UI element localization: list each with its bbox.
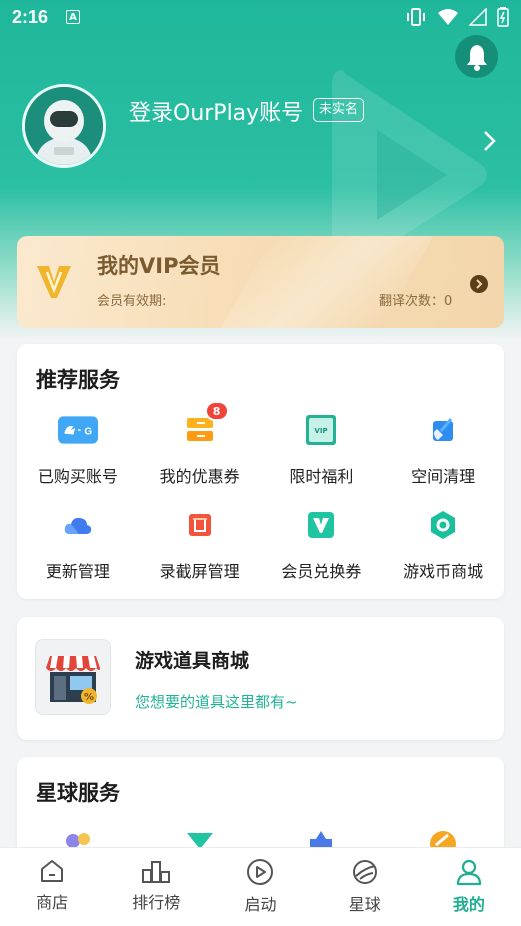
service-purchased-accounts[interactable]: G 已购买账号 (17, 410, 139, 487)
game-item-shop-card[interactable]: % 游戏道具商城 您想要的道具这里都有~ (17, 617, 504, 740)
vip-validity-label: 会员有效期: (97, 294, 167, 309)
vip-logo-icon (37, 266, 71, 298)
shop-title: 游戏道具商城 (135, 650, 250, 672)
planet-service-icon-1[interactable] (63, 829, 93, 849)
vip-card[interactable]: 我的VIP会员 会员有效期: 翻译次数：0 (17, 236, 504, 328)
vip-translate-count: 翻译次数：0 (379, 294, 453, 309)
planet-service-icon-2[interactable] (185, 829, 215, 849)
notification-bell-button[interactable] (455, 35, 498, 78)
recommended-services-card: 推荐服务 G 已购买账号 8 我的优惠券 VIP 限时福利 空间清理 更新管理 … (17, 344, 504, 599)
services-grid: G 已购买账号 8 我的优惠券 VIP 限时福利 空间清理 更新管理 录截屏管理… (17, 401, 504, 582)
vip-title: 我的VIP会员 (97, 254, 221, 278)
svg-text:VIP: VIP (315, 427, 328, 435)
profile-icon (456, 859, 481, 886)
store-icon: % (46, 656, 100, 704)
service-label: 游戏币商城 (403, 562, 484, 581)
service-screen-record-management[interactable]: 录截屏管理 (139, 505, 261, 582)
tab-label: 启动 (244, 895, 277, 914)
planet-service-icon-4[interactable] (428, 829, 458, 849)
wifi-icon (438, 9, 458, 25)
chevron-right-icon[interactable] (483, 130, 497, 152)
service-label: 空间清理 (411, 467, 476, 486)
tab-label: 商店 (36, 893, 69, 912)
shop-thumbnail: % (35, 639, 111, 715)
ranking-icon (142, 861, 171, 883)
game-coin-icon (423, 505, 463, 545)
tab-launch[interactable]: 启动 (208, 848, 312, 926)
astronaut-avatar-icon (25, 87, 103, 165)
tab-store[interactable]: 商店 (0, 848, 104, 926)
tab-label: 星球 (348, 895, 381, 914)
tab-label: 我的 (452, 895, 485, 914)
svg-text:%: % (84, 692, 94, 703)
vibrate-icon (407, 8, 425, 26)
bottom-tab-bar: 商店 排行榜 启动 星球 我的 (0, 847, 521, 926)
coupon-count-badge: 8 (204, 401, 229, 421)
tab-label: 排行榜 (132, 893, 181, 912)
shop-subtitle: 您想要的道具这里都有~ (135, 693, 298, 711)
realname-badge: 未实名 (313, 98, 365, 122)
notification-a-icon: A (66, 10, 81, 24)
account-icon: G (57, 410, 98, 450)
service-game-coin-mall[interactable]: 游戏币商城 (382, 505, 504, 582)
service-label: 已购买账号 (37, 467, 118, 486)
service-label: 会员兑换券 (281, 562, 362, 581)
svg-text:G: G (84, 427, 92, 438)
service-limited-welfare[interactable]: VIP 限时福利 (261, 410, 383, 487)
tab-planet[interactable]: 星球 (313, 848, 417, 926)
planet-services-title: 星球服务 (36, 781, 120, 805)
tab-mine[interactable]: 我的 (417, 848, 521, 926)
planet-services-icons (17, 829, 504, 849)
battery-icon (497, 7, 509, 27)
service-label: 限时福利 (289, 467, 354, 486)
planet-service-icon-3[interactable] (306, 829, 336, 849)
vip-voucher-icon (301, 505, 341, 545)
chevron-right-icon (476, 279, 483, 289)
broom-icon (423, 410, 463, 450)
tab-ranking[interactable]: 排行榜 (104, 848, 208, 926)
service-my-coupons[interactable]: 8 我的优惠券 (139, 401, 261, 487)
planet-icon (352, 860, 377, 884)
services-title: 推荐服务 (36, 368, 120, 392)
service-label: 录截屏管理 (159, 562, 240, 581)
service-label: 更新管理 (45, 562, 110, 581)
cloud-icon (58, 505, 98, 545)
limited-welfare-icon: VIP (301, 410, 341, 450)
screen-record-icon (180, 505, 220, 545)
status-time: 2:16 (12, 6, 49, 27)
home-icon (41, 860, 64, 882)
login-title[interactable]: 登录OurPlay账号 (129, 95, 303, 127)
coupon-icon: 8 (180, 401, 229, 450)
avatar[interactable] (22, 84, 106, 168)
bell-icon (466, 44, 487, 71)
play-icon (247, 859, 274, 885)
status-bar: 2:16 A (0, 0, 521, 34)
service-update-management[interactable]: 更新管理 (17, 505, 139, 582)
service-vip-voucher[interactable]: 会员兑换券 (261, 505, 383, 582)
service-label: 我的优惠券 (159, 467, 240, 486)
vip-arrow-button[interactable] (470, 275, 488, 293)
signal-icon (469, 8, 487, 26)
service-space-cleanup[interactable]: 空间清理 (382, 410, 504, 487)
status-icons (405, 7, 509, 27)
vip-card-decoration (220, 236, 434, 328)
